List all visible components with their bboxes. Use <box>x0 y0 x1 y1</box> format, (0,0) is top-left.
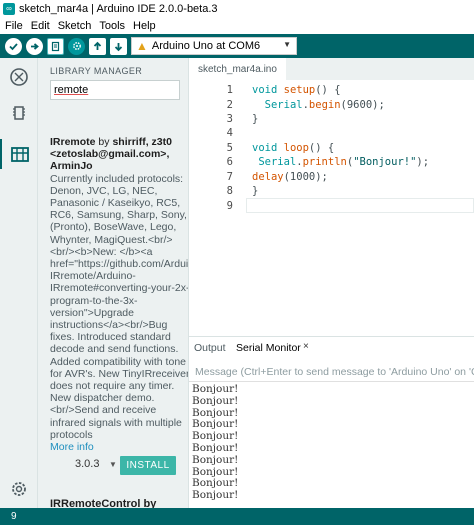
library-manager-title: LIBRARY MANAGER <box>50 66 143 76</box>
library-item-description: Currently included protocols: Denon, JVC… <box>50 172 189 441</box>
upload-button[interactable] <box>26 37 43 55</box>
chip-icon[interactable] <box>0 98 38 128</box>
arrow-right-icon <box>31 42 39 50</box>
code-line: delay(1000); <box>252 171 328 183</box>
code-line: } <box>252 185 259 197</box>
library-item-irremotecontrol: IRRemoteControl by <box>50 498 157 508</box>
code-line: Serial.begin(9600); <box>264 99 385 111</box>
menu-edit[interactable]: Edit <box>27 20 54 32</box>
library-manager-panel: LIBRARY MANAGER remote IRremote by shirr… <box>38 58 189 508</box>
chevron-down-icon: ▼ <box>283 40 291 49</box>
line-number: 9 <box>226 200 233 212</box>
status-bar: 9 <box>0 508 474 525</box>
close-icon[interactable]: × <box>303 341 309 352</box>
settings-gear-icon[interactable] <box>0 474 38 504</box>
menu-help[interactable]: Help <box>129 20 160 32</box>
title-bar: ∞ sketch_mar4a | Arduino IDE 2.0.0-beta.… <box>0 0 474 18</box>
code-line: Serial.println("Bonjour!"); <box>258 156 430 168</box>
serial-output-line: Bonjour! <box>192 441 239 454</box>
serial-output-line: Bonjour! <box>192 394 239 407</box>
code-editor[interactable]: 1 2 3 4 5 6 7 8 9 void setup() { Serial.… <box>189 80 474 333</box>
arduino-app-icon: ∞ <box>3 3 15 15</box>
tab-serial-monitor[interactable]: Serial Monitor <box>236 342 301 354</box>
current-line-highlight <box>246 198 474 213</box>
line-number: 6 <box>226 156 233 168</box>
boards-manager-icon[interactable] <box>0 62 38 92</box>
save-button[interactable] <box>110 37 127 55</box>
library-item-irremote: IRremote by shirriff, z3t0 <zetoslab@gma… <box>50 136 189 453</box>
gear-icon <box>72 42 81 50</box>
serial-plotter-button[interactable] <box>68 37 85 55</box>
line-number: 7 <box>226 171 233 183</box>
open-button[interactable] <box>89 37 106 55</box>
status-line-number: 9 <box>11 511 17 522</box>
menu-bar: File Edit Sketch Tools Help <box>0 18 474 34</box>
board-selector[interactable]: ▲ Arduino Uno at COM6 ▼ <box>131 37 297 55</box>
line-number: 1 <box>226 84 233 96</box>
checkmark-icon <box>9 42 18 50</box>
line-number: 4 <box>226 127 233 139</box>
tab-output[interactable]: Output <box>194 342 226 354</box>
verify-button[interactable] <box>5 37 22 55</box>
tab-label: sketch_mar4a.ino <box>198 63 277 75</box>
warning-icon: ▲ <box>136 39 148 53</box>
arrow-down-icon <box>114 42 123 51</box>
line-number: 3 <box>226 113 233 125</box>
library-item-header: IRremote by shirriff, z3t0 <zetoslab@gma… <box>50 136 188 173</box>
menu-tools[interactable]: Tools <box>95 20 129 32</box>
line-number: 5 <box>226 142 233 154</box>
library-search-value: remote <box>54 84 89 96</box>
line-number: 2 <box>226 99 233 111</box>
editor-tab-bar: sketch_mar4a.ino <box>189 58 474 80</box>
menu-sketch[interactable]: Sketch <box>54 20 96 32</box>
document-icon <box>51 41 60 51</box>
serial-output: Bonjour! Bonjour! Bonjour! Bonjour! Bonj… <box>189 383 474 504</box>
library-manager-icon[interactable] <box>0 139 38 169</box>
serial-message-input[interactable]: Message (Ctrl+Enter to send message to '… <box>189 362 474 382</box>
serial-output-line: Bonjour! <box>192 489 239 502</box>
chevron-down-icon: ▼ <box>109 460 117 469</box>
tab-sketch-mar4a[interactable]: sketch_mar4a.ino <box>189 58 286 80</box>
library-item-by: by <box>95 136 113 148</box>
code-line: void loop() { <box>252 142 335 154</box>
library-search-input[interactable]: remote <box>50 80 180 100</box>
code-line: void setup() { <box>252 84 341 96</box>
serial-output-line: Bonjour! <box>192 453 239 466</box>
arrow-up-icon <box>93 41 102 50</box>
activity-bar <box>0 58 38 508</box>
serial-message-placeholder: Message (Ctrl+Enter to send message to '… <box>195 366 474 378</box>
line-number: 8 <box>226 185 233 197</box>
board-selector-label: Arduino Uno at COM6 <box>151 40 261 52</box>
more-info-link[interactable]: More info <box>50 441 188 453</box>
version-select[interactable]: 3.0.3 <box>75 458 99 470</box>
menu-file[interactable]: File <box>0 20 27 32</box>
debug-button[interactable] <box>47 37 64 55</box>
install-button[interactable]: INSTALL <box>120 456 176 475</box>
library-item-name: IRremote <box>50 136 96 148</box>
library-item-actions: 3.0.3 ▼ INSTALL <box>50 456 180 476</box>
bottom-panel-tabs: Output Serial Monitor × <box>189 336 474 358</box>
code-line: } <box>252 113 259 125</box>
toolbar: ▲ Arduino Uno at COM6 ▼ <box>0 34 474 58</box>
window-title: sketch_mar4a | Arduino IDE 2.0.0-beta.3 <box>19 3 218 15</box>
